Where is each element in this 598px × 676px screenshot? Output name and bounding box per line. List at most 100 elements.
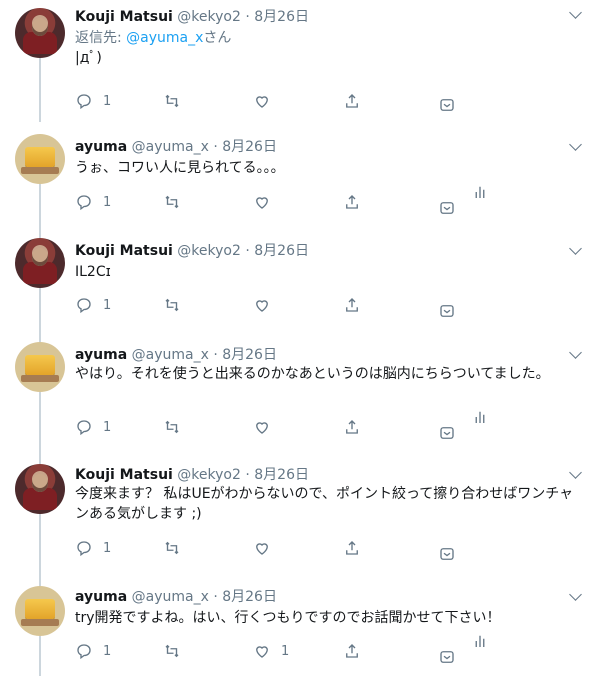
retweet-button[interactable] [163, 92, 181, 110]
reply-icon [77, 298, 91, 314]
reply-button[interactable]: 1 [75, 539, 111, 557]
author-handle[interactable]: @kekyo2 [177, 467, 241, 483]
retweet-icon [165, 644, 179, 658]
tweet-date[interactable]: 8月26日 [254, 467, 309, 483]
thread-line [39, 288, 41, 332]
dm-icon [440, 99, 454, 111]
tweet-text: try開発ですよね。はい、行くつもりですのでお話聞かせて下さい！ [75, 610, 501, 626]
tweet[interactable]: ayuma @ayuma_x · 8月26日 try開発ですよね。はい、行くつも… [0, 572, 598, 676]
reply-button[interactable]: 1 [75, 418, 111, 436]
tweet-actions: 1 1 [75, 635, 580, 663]
retweet-icon [165, 94, 179, 108]
tweet[interactable]: Kouji Matsui @kekyo2 · 8月26日 IL2Cɪ 1 [0, 228, 598, 332]
author-handle[interactable]: @kekyo2 [177, 243, 241, 259]
analytics-button[interactable] [471, 632, 489, 650]
author-name[interactable]: ayuma [75, 347, 127, 363]
like-count: 1 [281, 643, 290, 659]
tweet-date[interactable]: 8月26日 [254, 243, 309, 259]
tweet-text: 今度来ます？ 私はUEがわからないので、ポイント絞って擦り合わせばワンチャンある… [75, 486, 574, 522]
reply-button[interactable]: 1 [75, 92, 111, 110]
thread-line [39, 452, 41, 464]
tweet[interactable]: ayuma @ayuma_x · 8月26日 うぉ、コワい人に見られてる。。。 … [0, 108, 598, 228]
reply-icon [77, 195, 91, 211]
thread-line [39, 392, 41, 452]
author-name[interactable]: ayuma [75, 589, 127, 605]
share-button[interactable] [343, 92, 361, 110]
chevron-down-icon[interactable] [569, 242, 582, 255]
dm-button[interactable] [438, 199, 456, 217]
analytics-button[interactable] [471, 408, 489, 426]
author-handle[interactable]: @ayuma_x [132, 139, 209, 155]
chevron-down-icon[interactable] [569, 346, 582, 359]
reply-to-line: 返信先: @ayuma_xさん [75, 28, 580, 48]
retweet-button[interactable] [163, 539, 181, 557]
tweet-body: IL2Cɪ [75, 262, 580, 282]
author-handle[interactable]: @kekyo2 [177, 9, 241, 25]
analytics-icon [475, 635, 485, 647]
share-button[interactable] [343, 642, 361, 660]
share-icon [346, 94, 358, 108]
thread-line [39, 228, 41, 238]
thread-line [39, 108, 41, 122]
like-button[interactable] [253, 193, 281, 211]
retweet-button[interactable] [163, 193, 181, 211]
chevron-down-icon[interactable] [569, 466, 582, 479]
author-name[interactable]: Kouji Matsui [75, 9, 173, 25]
like-button[interactable] [253, 418, 281, 436]
dm-button[interactable] [438, 96, 456, 114]
reply-count: 1 [103, 297, 112, 313]
share-icon [346, 541, 358, 555]
chevron-down-icon[interactable] [569, 588, 582, 601]
thread-line [39, 332, 41, 342]
dm-icon [440, 427, 454, 439]
thread-line [39, 636, 41, 676]
tweet[interactable]: Kouji Matsui @kekyo2 · 8月26日 返信先: @ayuma… [0, 0, 598, 118]
reply-button[interactable]: 1 [75, 193, 111, 211]
author-name[interactable]: Kouji Matsui [75, 243, 173, 259]
share-button[interactable] [343, 296, 361, 314]
author-handle[interactable]: @ayuma_x [132, 347, 209, 363]
share-button[interactable] [343, 193, 361, 211]
thread-line [39, 514, 41, 572]
chevron-down-icon[interactable] [569, 6, 582, 19]
mention-link[interactable]: @ayuma_x [126, 30, 203, 46]
tweet-date[interactable]: 8月26日 [222, 347, 277, 363]
tweet-date[interactable]: 8月26日 [222, 139, 277, 155]
dm-button[interactable] [438, 545, 456, 563]
avatar[interactable] [15, 464, 65, 514]
like-button[interactable] [253, 296, 281, 314]
avatar[interactable] [15, 342, 65, 392]
avatar[interactable] [15, 586, 65, 636]
tweet[interactable]: Kouji Matsui @kekyo2 · 8月26日 今度来ます？ 私はUE… [0, 452, 598, 572]
like-button[interactable] [253, 92, 281, 110]
retweet-button[interactable] [163, 642, 181, 660]
chevron-down-icon[interactable] [569, 138, 582, 151]
retweet-icon [165, 420, 179, 434]
retweet-button[interactable] [163, 418, 181, 436]
dm-button[interactable] [438, 648, 456, 666]
tweet-header: ayuma @ayuma_x · 8月26日 [75, 136, 277, 156]
avatar[interactable] [15, 238, 65, 288]
like-icon [256, 96, 268, 108]
like-button[interactable]: 1 [253, 642, 289, 660]
share-button[interactable] [343, 418, 361, 436]
like-button[interactable] [253, 539, 281, 557]
tweet-date[interactable]: 8月26日 [222, 589, 277, 605]
avatar[interactable] [15, 8, 65, 58]
dm-button[interactable] [438, 302, 456, 320]
retweet-button[interactable] [163, 296, 181, 314]
author-name[interactable]: Kouji Matsui [75, 467, 173, 483]
reply-count: 1 [103, 194, 112, 210]
tweet-body: やはり。それを使うと出来るのかなあというのは脳内にちらついてました。 [75, 364, 580, 384]
reply-button[interactable]: 1 [75, 642, 111, 660]
analytics-button[interactable] [471, 183, 489, 201]
dm-button[interactable] [438, 424, 456, 442]
author-handle[interactable]: @ayuma_x [132, 589, 209, 605]
author-name[interactable]: ayuma [75, 139, 127, 155]
reply-button[interactable]: 1 [75, 296, 111, 314]
avatar[interactable] [15, 134, 65, 184]
tweet-actions: 1 [75, 539, 580, 560]
tweet-date[interactable]: 8月26日 [254, 9, 309, 25]
tweet[interactable]: ayuma @ayuma_x · 8月26日 やはり。それを使うと出来るのかなあ… [0, 332, 598, 452]
share-button[interactable] [343, 539, 361, 557]
